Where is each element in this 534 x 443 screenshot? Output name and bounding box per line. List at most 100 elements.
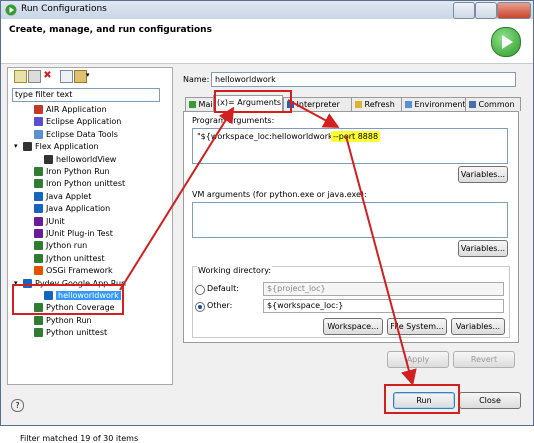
revert-button[interactable]: Revert: [453, 351, 515, 368]
configuration-editor: Name: helloworldwork Main (x)= Arguments…: [175, 67, 527, 383]
tab-common[interactable]: Common: [465, 97, 521, 111]
tree-item-label: Eclipse Application: [46, 117, 122, 127]
tree-item-label: AIR Application: [46, 105, 107, 114]
run-configurations-window: Run Configurations Create, manage, and r…: [0, 0, 534, 443]
tab-common-label: Common: [478, 100, 515, 109]
tree-item[interactable]: Jython unittest: [34, 253, 105, 265]
tree-item[interactable]: Eclipse Data Tools: [34, 129, 118, 141]
other-label: Other:: [207, 301, 233, 310]
tree-item[interactable]: ▾ Flex Application: [14, 141, 99, 153]
default-label: Default:: [207, 284, 239, 293]
default-radio[interactable]: [195, 285, 205, 295]
apply-button[interactable]: Apply: [387, 351, 449, 368]
tree-item[interactable]: OSGi Framework: [34, 265, 113, 277]
tree-item[interactable]: Python unittest: [34, 327, 107, 339]
page-title: Create, manage, and run configurations: [9, 25, 212, 35]
run-app-icon: [5, 4, 17, 16]
config-type-icon: [34, 204, 43, 214]
program-variables-button[interactable]: Variables...: [458, 166, 508, 183]
tree-item[interactable]: Java Application: [34, 203, 110, 215]
config-type-icon: [34, 241, 43, 251]
program-arguments-label: Program arguments:: [192, 116, 275, 125]
header-banner: Create, manage, and run configurations: [1, 19, 533, 64]
new-config-icon[interactable]: [14, 70, 27, 83]
config-type-icon: [34, 179, 43, 189]
tree-item-label: Jython run: [46, 241, 88, 251]
tab-interpreter-label: Interpreter: [296, 100, 340, 109]
close-button[interactable]: Close: [459, 392, 521, 409]
maximize-button[interactable]: [475, 2, 497, 19]
config-type-icon: [34, 253, 43, 263]
name-label: Name:: [183, 75, 210, 84]
tree-item[interactable]: Python Run: [34, 315, 92, 327]
config-type-icon: [34, 129, 43, 139]
name-field[interactable]: helloworldwork: [211, 72, 516, 87]
main-tab-icon: [189, 101, 196, 108]
program-arguments-value: "${workspace_loc:helloworldwork}": [197, 132, 342, 141]
tree-item-label: Eclipse Data Tools: [46, 129, 118, 139]
window-title: Run Configurations: [21, 4, 107, 14]
help-icon[interactable]: ?: [11, 399, 24, 412]
tab-environment[interactable]: Environment: [401, 97, 469, 111]
tree-item-label: Iron Python Run: [46, 167, 110, 176]
minimize-button[interactable]: [453, 2, 475, 19]
close-window-button[interactable]: [497, 2, 531, 19]
other-radio[interactable]: [195, 302, 205, 312]
config-type-icon: [34, 315, 43, 325]
tree-item[interactable]: Jython run: [34, 240, 87, 252]
title-bar: Run Configurations: [1, 1, 533, 19]
working-directory-group: Working directory: Default: ${project_lo…: [192, 266, 510, 338]
run-banner-icon: [491, 27, 521, 57]
filter-input[interactable]: type filter text: [12, 88, 160, 102]
duplicate-icon[interactable]: [28, 70, 41, 83]
tab-interpreter[interactable]: Interpreter: [283, 97, 355, 111]
config-type-icon: [34, 167, 43, 176]
configuration-list-panel: ✖ ▾ type filter text AIR Application Ecli…: [7, 67, 173, 443]
delete-icon[interactable]: ✖: [42, 70, 53, 81]
tree-item-label: Java Applet: [46, 191, 92, 201]
config-type-icon: [34, 105, 43, 114]
tab-refresh[interactable]: Refresh: [351, 97, 405, 111]
file-system-button[interactable]: File System...: [387, 318, 447, 335]
arguments-tab-body: Program arguments: "${workspace_loc:hell…: [183, 111, 519, 343]
tree-item[interactable]: Iron Python Run: [34, 166, 110, 178]
tree-item[interactable]: helloworldView: [44, 154, 116, 166]
filter-status: Filter matched 19 of 30 items: [20, 434, 139, 443]
tree-item-label: Python unittest: [46, 328, 108, 338]
config-type-icon: [34, 191, 43, 201]
config-type-icon: [34, 328, 43, 338]
other-directory-field[interactable]: ${workspace_loc:}: [263, 299, 504, 313]
tree-item[interactable]: Iron Python unittest: [34, 178, 125, 190]
tree-item[interactable]: Java Applet: [34, 191, 91, 203]
vm-arguments-field[interactable]: [192, 202, 508, 238]
program-arguments-field[interactable]: "${workspace_loc:helloworldwork}" --port…: [192, 128, 508, 164]
tree-item-label: JUnit Plug-in Test: [46, 229, 113, 238]
chevron-down-icon[interactable]: ▾: [86, 70, 97, 81]
working-directory-label: Working directory:: [197, 266, 273, 275]
tab-refresh-label: Refresh: [364, 100, 395, 109]
tree-item[interactable]: AIR Application: [34, 104, 107, 116]
tab-environment-label: Environment: [414, 100, 466, 109]
common-tab-icon: [469, 101, 476, 108]
collapse-all-icon[interactable]: [60, 70, 73, 83]
tree-item-label: Python Run: [46, 315, 92, 325]
tree-item-label: Java Application: [46, 204, 111, 214]
refresh-tab-icon: [355, 101, 362, 108]
default-directory-field: ${project_loc}: [263, 282, 504, 296]
workspace-button[interactable]: Workspace...: [323, 318, 383, 335]
tree-item[interactable]: JUnit Plug-in Test: [34, 228, 113, 240]
config-type-icon: [34, 117, 43, 127]
tree-item[interactable]: Eclipse Application: [34, 116, 121, 128]
vm-arguments-label: VM arguments (for python.exe or java.exe…: [192, 190, 367, 199]
tree-item-label: Jython unittest: [46, 253, 105, 263]
annotation-box-arguments-tab: [214, 90, 292, 113]
added-argument-highlight: --port 8888: [331, 131, 381, 142]
expand-icon[interactable]: ▾: [14, 143, 21, 150]
tree-item-label: OSGi Framework: [46, 266, 113, 276]
config-type-icon: [23, 142, 32, 152]
tree-item[interactable]: JUnit: [34, 216, 65, 228]
tree-item-label: helloworldView: [56, 154, 117, 164]
directory-variables-button[interactable]: Variables...: [451, 318, 505, 335]
vm-variables-button[interactable]: Variables...: [458, 240, 508, 257]
config-type-icon: [34, 216, 43, 226]
